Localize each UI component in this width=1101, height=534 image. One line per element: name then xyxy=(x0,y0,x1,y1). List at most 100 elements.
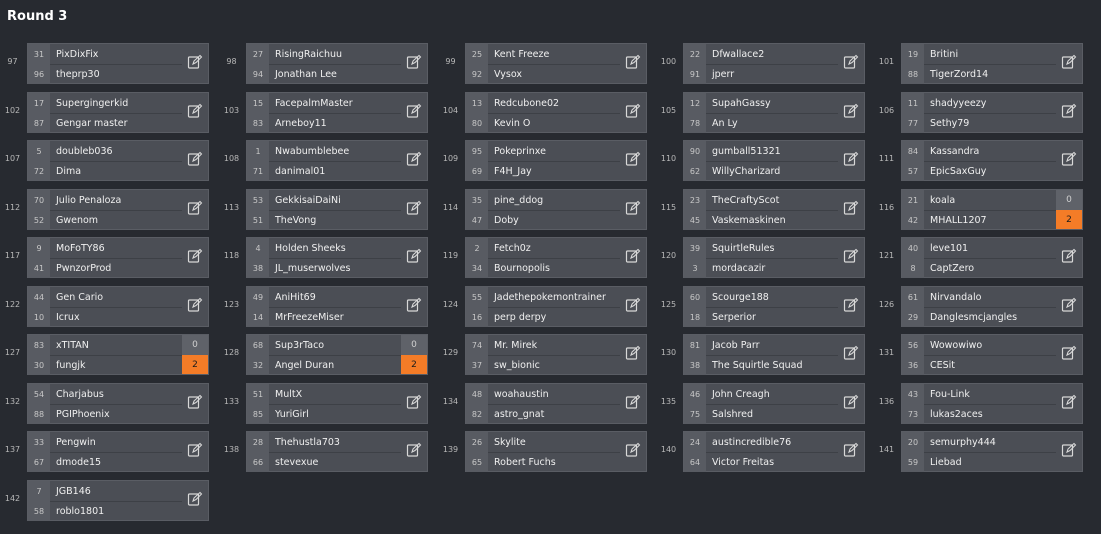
player-row[interactable]: 18 Serperior xyxy=(684,307,838,327)
edit-match-button[interactable] xyxy=(1056,432,1082,471)
player-row[interactable]: 57 EpicSaxGuy xyxy=(902,161,1056,181)
player-row[interactable]: 95 Pokeprinxe xyxy=(466,141,620,161)
edit-match-button[interactable] xyxy=(1056,238,1082,277)
edit-match-button[interactable] xyxy=(401,384,427,423)
player-row[interactable]: 52 Gwenom xyxy=(28,210,182,230)
match-box[interactable]: 90 gumball51321 62 WillyCharizard xyxy=(683,140,865,181)
player-row[interactable]: 51 MultX xyxy=(247,384,401,404)
edit-match-button[interactable] xyxy=(620,384,646,423)
player-row[interactable]: 49 AniHit69 xyxy=(247,287,401,307)
player-row[interactable]: 38 JL_muserwolves xyxy=(247,258,401,278)
edit-match-button[interactable] xyxy=(1056,44,1082,83)
player-row[interactable]: 27 RisingRaichuu xyxy=(247,44,401,64)
player-row[interactable]: 1 Nwabumblebee xyxy=(247,141,401,161)
player-row[interactable]: 67 dmode15 xyxy=(28,452,182,472)
match-box[interactable]: 70 Julio Penaloza 52 Gwenom xyxy=(27,189,209,230)
match-box[interactable]: 53 GekkisaiDaiNi 51 TheVong xyxy=(246,189,428,230)
match-box[interactable]: 35 pine_ddog 47 Doby xyxy=(465,189,647,230)
match-box[interactable]: 12 SupahGassy 78 An Ly xyxy=(683,92,865,133)
match-box[interactable]: 48 woahaustin 82 astro_gnat xyxy=(465,383,647,424)
match-box[interactable]: 15 FacepalmMaster 83 Arneboy11 xyxy=(246,92,428,133)
player-row[interactable]: 7 JGB146 xyxy=(28,481,182,501)
player-row[interactable]: 80 Kevin O xyxy=(466,113,620,133)
player-row[interactable]: 22 Dfwallace2 xyxy=(684,44,838,64)
match-box[interactable]: 31 PixDixFix 96 theprp30 xyxy=(27,43,209,84)
player-row[interactable]: 16 perp derpy xyxy=(466,307,620,327)
match-box[interactable]: 17 Supergingerkid 87 Gengar master xyxy=(27,92,209,133)
edit-match-button[interactable] xyxy=(182,384,208,423)
player-row[interactable]: 34 Bournopolis xyxy=(466,258,620,278)
player-row[interactable]: 60 Scourge188 xyxy=(684,287,838,307)
player-row[interactable]: 69 F4H_Jay xyxy=(466,161,620,181)
match-box[interactable]: 26 Skylite 65 Robert Fuchs xyxy=(465,431,647,472)
match-box[interactable]: 61 Nirvandalo 29 Danglesmcjangles xyxy=(901,286,1083,327)
edit-match-button[interactable] xyxy=(182,481,208,520)
edit-match-button[interactable] xyxy=(401,44,427,83)
edit-match-button[interactable] xyxy=(620,335,646,374)
player-row[interactable]: 12 SupahGassy xyxy=(684,93,838,113)
player-row[interactable]: 30 fungjk xyxy=(28,355,182,375)
match-box[interactable]: 83 xTITAN 30 fungjk 0 2 xyxy=(27,334,209,375)
match-box[interactable]: 40 leve101 8 CaptZero xyxy=(901,237,1083,278)
player-row[interactable]: 78 An Ly xyxy=(684,113,838,133)
match-box[interactable]: 28 Thehustla703 66 stevexue xyxy=(246,431,428,472)
edit-match-button[interactable] xyxy=(838,190,864,229)
match-box[interactable]: 20 semurphy444 59 Liebad xyxy=(901,431,1083,472)
player-row[interactable]: 36 CESit xyxy=(902,355,1056,375)
player-row[interactable]: 82 astro_gnat xyxy=(466,404,620,424)
player-row[interactable]: 45 Vaskemaskinen xyxy=(684,210,838,230)
player-row[interactable]: 94 Jonathan Lee xyxy=(247,64,401,84)
edit-match-button[interactable] xyxy=(401,93,427,132)
edit-match-button[interactable] xyxy=(620,287,646,326)
player-row[interactable]: 88 PGIPhoenix xyxy=(28,404,182,424)
player-row[interactable]: 28 Thehustla703 xyxy=(247,432,401,452)
player-row[interactable]: 85 YuriGirl xyxy=(247,404,401,424)
player-row[interactable]: 42 MHALL1207 xyxy=(902,210,1056,230)
player-row[interactable]: 96 theprp30 xyxy=(28,64,182,84)
edit-match-button[interactable] xyxy=(182,287,208,326)
match-box[interactable]: 55 Jadethepokemontrainer 16 perp derpy xyxy=(465,286,647,327)
match-box[interactable]: 27 RisingRaichuu 94 Jonathan Lee xyxy=(246,43,428,84)
player-row[interactable]: 70 Julio Penaloza xyxy=(28,190,182,210)
player-row[interactable]: 47 Doby xyxy=(466,210,620,230)
player-row[interactable]: 59 Liebad xyxy=(902,452,1056,472)
player-row[interactable]: 87 Gengar master xyxy=(28,113,182,133)
player-row[interactable]: 2 Fetch0z xyxy=(466,238,620,258)
match-box[interactable]: 4 Holden Sheeks 38 JL_muserwolves xyxy=(246,237,428,278)
player-row[interactable]: 92 Vysox xyxy=(466,64,620,84)
player-row[interactable]: 65 Robert Fuchs xyxy=(466,452,620,472)
edit-match-button[interactable] xyxy=(838,44,864,83)
player-row[interactable]: 19 Britini xyxy=(902,44,1056,64)
player-row[interactable]: 73 lukas2aces xyxy=(902,404,1056,424)
player-row[interactable]: 61 Nirvandalo xyxy=(902,287,1056,307)
player-row[interactable]: 77 Sethy79 xyxy=(902,113,1056,133)
edit-match-button[interactable] xyxy=(1056,141,1082,180)
player-row[interactable]: 62 WillyCharizard xyxy=(684,161,838,181)
match-box[interactable]: 60 Scourge188 18 Serperior xyxy=(683,286,865,327)
match-box[interactable]: 74 Mr. Mirek 37 sw_bionic xyxy=(465,334,647,375)
player-row[interactable]: 43 Fou-Link xyxy=(902,384,1056,404)
player-row[interactable]: 91 jperr xyxy=(684,64,838,84)
player-row[interactable]: 64 Victor Freitas xyxy=(684,452,838,472)
player-row[interactable]: 56 Wowowiwo xyxy=(902,335,1056,355)
player-row[interactable]: 40 leve101 xyxy=(902,238,1056,258)
player-row[interactable]: 10 Icrux xyxy=(28,307,182,327)
edit-match-button[interactable] xyxy=(182,190,208,229)
edit-match-button[interactable] xyxy=(838,335,864,374)
player-row[interactable]: 20 semurphy444 xyxy=(902,432,1056,452)
player-row[interactable]: 84 Kassandra xyxy=(902,141,1056,161)
match-box[interactable]: 25 Kent Freeze 92 Vysox xyxy=(465,43,647,84)
edit-match-button[interactable] xyxy=(401,432,427,471)
player-row[interactable]: 75 Salshred xyxy=(684,404,838,424)
player-row[interactable]: 41 PwnzorProd xyxy=(28,258,182,278)
player-row[interactable]: 37 sw_bionic xyxy=(466,355,620,375)
player-row[interactable]: 15 FacepalmMaster xyxy=(247,93,401,113)
player-row[interactable]: 72 Dima xyxy=(28,161,182,181)
player-row[interactable]: 55 Jadethepokemontrainer xyxy=(466,287,620,307)
player-row[interactable]: 81 Jacob Parr xyxy=(684,335,838,355)
edit-match-button[interactable] xyxy=(838,141,864,180)
player-row[interactable]: 4 Holden Sheeks xyxy=(247,238,401,258)
player-row[interactable]: 71 danimal01 xyxy=(247,161,401,181)
player-row[interactable]: 13 Redcubone02 xyxy=(466,93,620,113)
player-row[interactable]: 23 TheCraftyScot xyxy=(684,190,838,210)
